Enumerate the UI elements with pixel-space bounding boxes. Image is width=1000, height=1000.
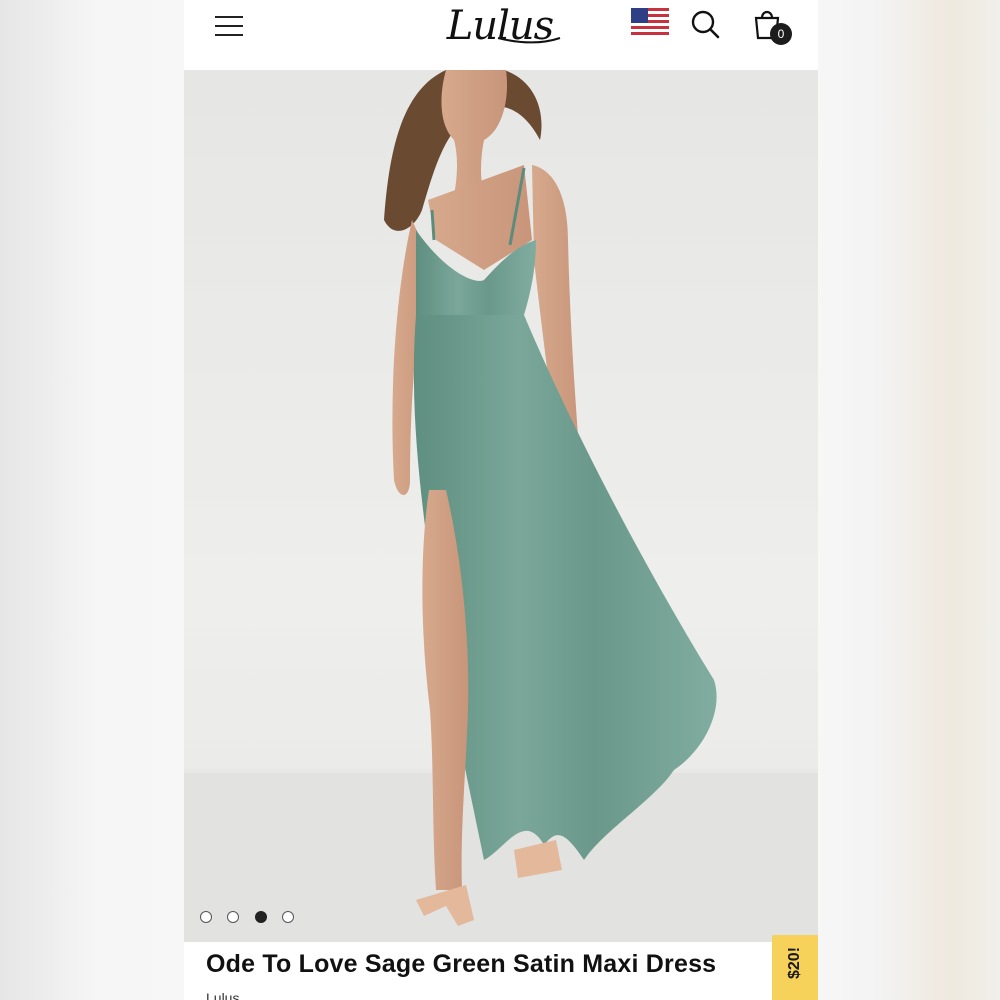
price-label: $20! [786,946,803,979]
gallery-dot-2[interactable] [227,911,239,923]
product-image-gallery[interactable] [184,70,818,942]
gallery-dot-3[interactable] [255,911,267,923]
site-header: Lulus 0 [184,0,818,70]
search-icon [691,10,720,39]
hamburger-menu-icon-bar [215,34,243,36]
us-flag-icon [631,8,669,38]
cart-button[interactable]: 0 [752,6,796,48]
hamburger-menu-icon [215,16,243,18]
gallery-dot-1[interactable] [200,911,212,923]
product-photo [184,70,818,942]
product-title: Ode To Love Sage Green Satin Maxi Dress [206,950,717,978]
price-tag: $20! [772,935,818,1000]
product-page: Lulus 0 Ode To Love Sage Green Satin Max… [184,0,818,1000]
logo-swash-icon [497,37,561,44]
country-selector-button[interactable] [631,8,669,38]
cart-count-badge: 0 [770,23,792,45]
product-brand[interactable]: Lulus [206,990,239,1000]
gallery-dot-4[interactable] [282,911,294,923]
search-button[interactable] [689,8,721,42]
hamburger-menu-icon-bar [215,25,243,27]
menu-button[interactable] [212,12,246,40]
